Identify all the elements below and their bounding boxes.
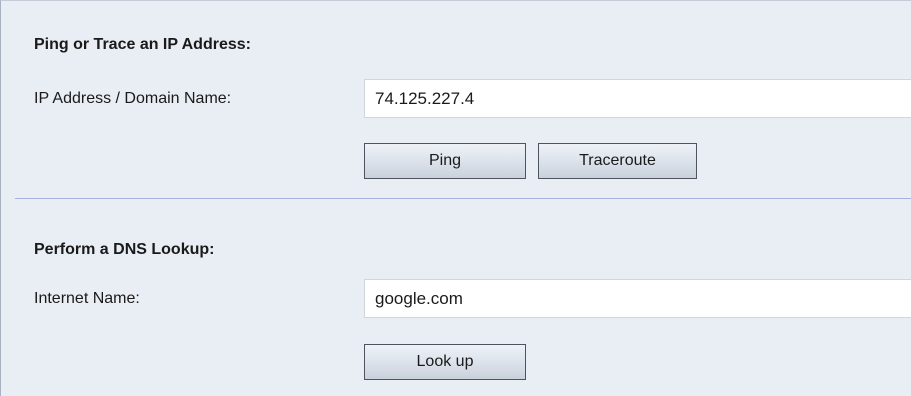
dns-section-title: Perform a DNS Lookup: xyxy=(34,241,215,258)
look-up-button[interactable]: Look up xyxy=(364,344,526,380)
ping-button[interactable]: Ping xyxy=(364,143,526,179)
traceroute-button[interactable]: Traceroute xyxy=(538,143,697,179)
ip-address-label: IP Address / Domain Name: xyxy=(34,90,232,107)
diagnostics-panel: Ping or Trace an IP Address: IP Address … xyxy=(0,0,911,396)
internet-name-input[interactable] xyxy=(364,279,911,318)
internet-name-label: Internet Name: xyxy=(34,290,140,307)
ping-section-title: Ping or Trace an IP Address: xyxy=(34,36,251,53)
ip-address-input[interactable] xyxy=(364,79,911,118)
section-divider xyxy=(15,198,911,199)
